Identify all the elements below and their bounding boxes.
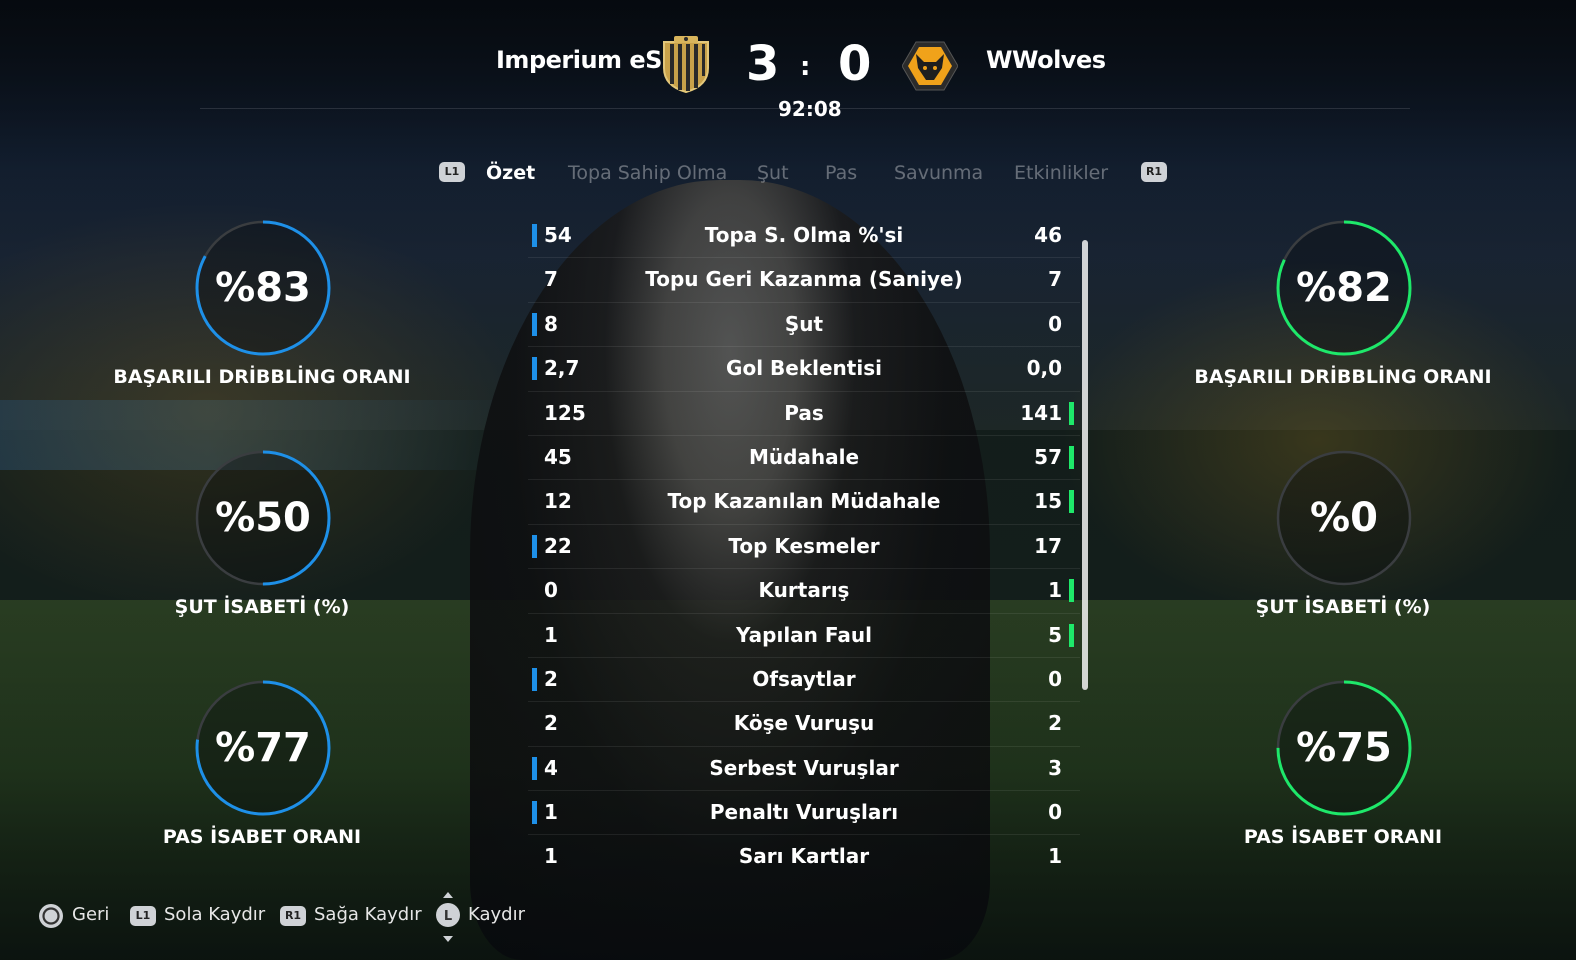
stats-tabs: L1 Özet Topa Sahip Olma Şut Pas Savunma … bbox=[0, 158, 1576, 188]
ring-value: %82 bbox=[1296, 265, 1392, 311]
away-value: 0,0 bbox=[1026, 356, 1062, 381]
away-pass-accuracy-ring: %75 bbox=[1274, 678, 1414, 818]
stat-row: 2,7 Gol Beklentisi 0,0 bbox=[528, 347, 1080, 392]
away-lead-bar bbox=[1069, 490, 1074, 514]
home-score: 3 bbox=[746, 36, 780, 92]
home-dribbling-ring: %83 bbox=[193, 218, 333, 358]
striped-shield-crest-icon bbox=[663, 36, 709, 94]
stats-scrollbar[interactable] bbox=[1082, 240, 1088, 690]
ring-label: BAŞARILI DRİBBLİNG ORANI bbox=[1194, 366, 1492, 388]
stats-table[interactable]: 54 Topa S. Olma %'si 46 7 Topu Geri Kazanma… bbox=[528, 214, 1080, 879]
away-value: 1 bbox=[1048, 844, 1062, 869]
stat-row: 125 Pas 141 bbox=[528, 392, 1080, 436]
ring-label: ŞUT İSABETİ (%) bbox=[1255, 596, 1431, 618]
away-value: 0 bbox=[1048, 666, 1062, 691]
circle-button-icon[interactable] bbox=[38, 903, 64, 929]
stat-row: 4 Serbest Vuruşlar 3 bbox=[528, 747, 1080, 792]
away-lead-bar bbox=[1069, 401, 1074, 425]
ring-label: ŞUT İSABETİ (%) bbox=[174, 596, 350, 618]
away-value: 141 bbox=[1020, 400, 1062, 425]
stat-name: Topu Geri Kazanma (Saniye) bbox=[645, 267, 963, 292]
stat-name: Ofsaytlar bbox=[752, 666, 856, 691]
tab-pas[interactable]: Pas bbox=[825, 162, 857, 184]
stat-row: 7 Topu Geri Kazanma (Saniye) 7 bbox=[528, 258, 1080, 303]
away-value: 0 bbox=[1048, 311, 1062, 336]
away-score: 0 bbox=[838, 36, 872, 92]
tab-sut[interactable]: Şut bbox=[757, 162, 789, 184]
stat-name: Penaltı Vuruşları bbox=[709, 800, 899, 825]
wolf-head-crest-icon bbox=[902, 41, 958, 91]
scroll-right-hint-label[interactable]: Sağa Kaydır bbox=[314, 904, 422, 925]
stat-name: Pas bbox=[784, 400, 824, 425]
stat-row: 45 Müdahale 57 bbox=[528, 436, 1080, 481]
tab-ozet[interactable]: Özet bbox=[486, 162, 535, 184]
scroll-left-hint-label[interactable]: Sola Kaydır bbox=[164, 904, 265, 925]
stat-name: Yapılan Faul bbox=[736, 622, 872, 647]
stat-row: 2 Ofsaytlar 0 bbox=[528, 658, 1080, 703]
header-divider bbox=[200, 108, 1410, 109]
back-hint-label[interactable]: Geri bbox=[72, 904, 109, 925]
stat-row: 1 Sarı Kartlar 1 bbox=[528, 835, 1080, 878]
away-value: 57 bbox=[1034, 444, 1062, 469]
away-value: 0 bbox=[1048, 800, 1062, 825]
stat-row: 22 Top Kesmeler 17 bbox=[528, 525, 1080, 570]
stat-name: Kurtarış bbox=[758, 578, 850, 603]
home-team-name: Imperium eSp bbox=[496, 46, 679, 74]
stat-row: 12 Top Kazanılan Müdahale 15 bbox=[528, 480, 1080, 525]
score-separator: : bbox=[800, 52, 811, 82]
stat-row: 1 Yapılan Faul 5 bbox=[528, 614, 1080, 658]
r1-hint-icon: R1 bbox=[280, 906, 306, 926]
home-pass-accuracy-ring: %77 bbox=[193, 678, 333, 818]
stat-name: Sarı Kartlar bbox=[738, 844, 870, 869]
stat-name: Müdahale bbox=[748, 444, 860, 469]
away-value: 1 bbox=[1048, 578, 1062, 603]
stat-name: Şut bbox=[784, 311, 824, 336]
home-shot-accuracy-ring: %50 bbox=[193, 448, 333, 588]
away-lead-bar bbox=[1069, 623, 1074, 647]
scoreboard-header: Imperium eSp 3 : 0 WWolves 92:08 bbox=[0, 0, 1576, 140]
ring-value: %75 bbox=[1296, 725, 1392, 771]
ring-value: %77 bbox=[215, 725, 311, 771]
l1-button-icon[interactable]: L1 bbox=[439, 162, 465, 182]
tab-topa-sahip-olma[interactable]: Topa Sahip Olma bbox=[568, 162, 727, 184]
r1-button-icon[interactable]: R1 bbox=[1141, 162, 1167, 182]
stat-row: 1 Penaltı Vuruşları 0 bbox=[528, 791, 1080, 836]
ring-label: BAŞARILI DRİBBLİNG ORANI bbox=[113, 366, 411, 388]
stat-name: Köşe Vuruşu bbox=[733, 711, 875, 736]
stat-row: 2 Köşe Vuruşu 2 bbox=[528, 702, 1080, 747]
ring-label: PAS İSABET ORANI bbox=[1243, 826, 1443, 848]
away-shot-accuracy-ring: %0 bbox=[1274, 448, 1414, 588]
ring-value: %50 bbox=[215, 495, 311, 541]
away-value: 3 bbox=[1048, 755, 1062, 780]
stat-row: 8 Şut 0 bbox=[528, 303, 1080, 348]
l1-hint-icon: L1 bbox=[130, 906, 156, 926]
button-hints: Geri L1 Sola Kaydır R1 Sağa Kaydır L Kay… bbox=[0, 892, 700, 942]
stat-row: 54 Topa S. Olma %'si 46 bbox=[528, 214, 1080, 259]
away-value: 46 bbox=[1034, 223, 1062, 247]
away-team-name: WWolves bbox=[986, 46, 1106, 74]
stat-name: Topa S. Olma %'si bbox=[704, 223, 904, 247]
match-clock: 92:08 bbox=[778, 97, 842, 121]
away-value: 5 bbox=[1048, 622, 1062, 647]
ring-value: %83 bbox=[215, 265, 311, 311]
stat-name: Top Kesmeler bbox=[728, 533, 880, 558]
away-value: 17 bbox=[1034, 533, 1062, 558]
stat-name: Gol Beklentisi bbox=[726, 356, 882, 381]
away-value: 15 bbox=[1034, 489, 1062, 514]
away-dribbling-ring: %82 bbox=[1274, 218, 1414, 358]
scroll-hint-label[interactable]: Kaydır bbox=[468, 904, 525, 925]
away-value: 7 bbox=[1048, 267, 1062, 292]
stat-name: Serbest Vuruşlar bbox=[709, 755, 899, 780]
stat-name: Top Kazanılan Müdahale bbox=[667, 489, 941, 514]
left-stick-letter: L bbox=[443, 909, 453, 924]
tab-savunma[interactable]: Savunma bbox=[894, 162, 983, 184]
away-lead-bar bbox=[1069, 579, 1074, 603]
away-lead-bar bbox=[1069, 445, 1074, 469]
away-value: 2 bbox=[1048, 711, 1062, 736]
tab-etkinlikler[interactable]: Etkinlikler bbox=[1014, 162, 1108, 184]
stat-row: 0 Kurtarış 1 bbox=[528, 569, 1080, 614]
ring-label: PAS İSABET ORANI bbox=[162, 826, 362, 848]
ring-value: %0 bbox=[1310, 495, 1378, 541]
